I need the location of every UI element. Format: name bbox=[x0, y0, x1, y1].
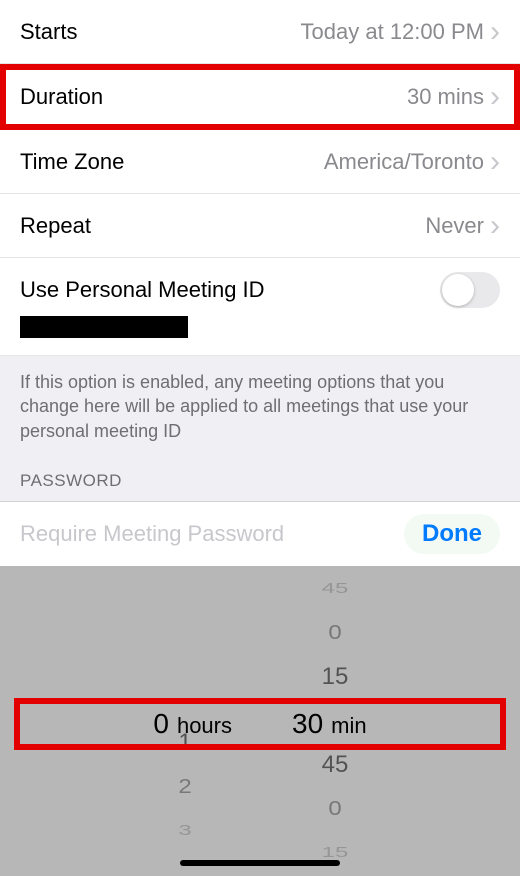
picker-item: 2 bbox=[110, 768, 260, 805]
pmi-footer: If this option is enabled, any meeting o… bbox=[0, 356, 520, 501]
password-section-header: PASSWORD bbox=[20, 471, 500, 491]
timezone-row[interactable]: Time Zone America/Toronto › bbox=[0, 130, 520, 194]
picker-selection: 0 hours 30 min bbox=[14, 698, 506, 750]
picker-item: 3 bbox=[110, 818, 260, 844]
chevron-right-icon: › bbox=[490, 82, 500, 112]
picker-item: 45 bbox=[260, 576, 410, 602]
duration-value: 30 mins › bbox=[407, 82, 500, 112]
pmi-toggle[interactable] bbox=[440, 272, 500, 308]
selected-hours: 0 hours bbox=[153, 708, 232, 740]
chevron-right-icon: › bbox=[490, 147, 500, 177]
selected-minutes: 30 min bbox=[292, 708, 367, 740]
home-indicator[interactable] bbox=[180, 860, 340, 866]
repeat-row[interactable]: Repeat Never › bbox=[0, 194, 520, 258]
done-button[interactable]: Done bbox=[404, 514, 500, 554]
min-label: min bbox=[331, 713, 366, 739]
pmi-id-redacted bbox=[20, 316, 188, 338]
require-password-row: Require Meeting Password Done bbox=[0, 501, 520, 566]
duration-row[interactable]: Duration 30 mins › bbox=[0, 64, 520, 130]
pmi-label: Use Personal Meeting ID bbox=[20, 277, 265, 303]
chevron-right-icon: › bbox=[490, 17, 500, 47]
timezone-label: Time Zone bbox=[20, 149, 124, 175]
picker-item: 15 bbox=[260, 655, 410, 699]
picker-item: 0 bbox=[260, 614, 410, 651]
toggle-knob bbox=[442, 274, 474, 306]
picker-item: 0 bbox=[260, 790, 410, 827]
duration-label: Duration bbox=[20, 84, 103, 110]
personal-meeting-id-row: Use Personal Meeting ID bbox=[0, 258, 520, 356]
starts-row[interactable]: Starts Today at 12:00 PM › bbox=[0, 0, 520, 64]
hours-label: hours bbox=[177, 713, 232, 739]
require-password-label: Require Meeting Password bbox=[20, 521, 284, 547]
pmi-note: If this option is enabled, any meeting o… bbox=[20, 370, 500, 443]
duration-picker[interactable]: 0 1 2 3 45 0 15 30 45 0 15 0 hours bbox=[0, 566, 520, 876]
starts-value: Today at 12:00 PM › bbox=[301, 17, 500, 47]
timezone-value: America/Toronto › bbox=[324, 147, 500, 177]
repeat-label: Repeat bbox=[20, 213, 91, 239]
starts-label: Starts bbox=[20, 19, 77, 45]
chevron-right-icon: › bbox=[490, 211, 500, 241]
repeat-value: Never › bbox=[425, 211, 500, 241]
